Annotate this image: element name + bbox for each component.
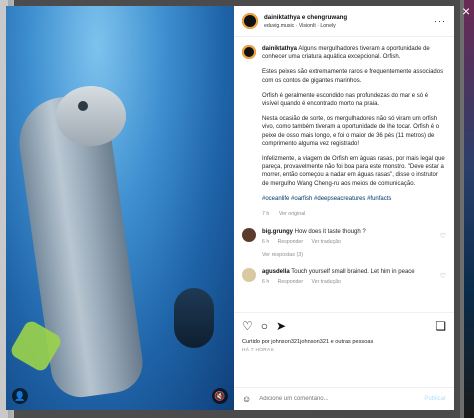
hashtags[interactable]: #oceanlife #oarfish #deepseacreatures #f… — [262, 195, 446, 203]
caption-time: 7 h — [262, 211, 270, 218]
caption-username[interactable]: dainiktathya — [262, 46, 297, 52]
comment-text: Touch yourself small brained. Let him in… — [291, 269, 415, 276]
mute-icon[interactable]: 🔇 — [212, 388, 228, 404]
comment-time: 6 h — [262, 279, 270, 286]
comment-input[interactable] — [257, 395, 425, 403]
save-icon[interactable]: ❏ — [435, 319, 446, 333]
caption-text-2: Estes peixes são extremamente raros e fr… — [262, 69, 444, 84]
likes-summary[interactable]: Curtido por johnson321johnson321 e outra… — [242, 339, 446, 345]
comment-item: agusdella Touch yourself small brained. … — [242, 268, 446, 286]
see-original-link[interactable]: Ver original — [279, 211, 306, 217]
reply-button[interactable]: Responder — [278, 239, 303, 245]
more-options-icon[interactable]: ··· — [434, 16, 446, 26]
caption-text-4: Nesta ocasião de sorte, os mergulhadores… — [262, 116, 440, 147]
reply-button[interactable]: Responder — [278, 279, 303, 285]
post-video[interactable]: 👤 🔇 — [6, 6, 234, 410]
post-date: HÁ 7 HORAS — [242, 348, 275, 353]
comments-scroll-area[interactable]: dainiktathya Alguns mergulhadores tivera… — [234, 37, 454, 312]
caption: dainiktathya Alguns mergulhadores tivera… — [242, 45, 446, 228]
close-icon[interactable]: × — [462, 4, 470, 18]
diver-image — [174, 288, 214, 348]
oarfish-head — [56, 86, 126, 146]
header-usernames[interactable]: dainiktathya e chengruwang — [264, 14, 434, 21]
share-icon[interactable]: ➤ — [276, 319, 286, 333]
avatar[interactable] — [242, 13, 258, 29]
tagged-users-icon[interactable]: 👤 — [12, 388, 28, 404]
caption-text-5: Infelizmente, a viagem de Orfish em água… — [262, 156, 445, 187]
translate-link[interactable]: Ver tradução — [312, 239, 341, 245]
comment-icon[interactable]: ○ — [261, 319, 268, 333]
oarfish-eye — [78, 101, 88, 111]
post-header: dainiktathya e chengruwang eduvig.music … — [234, 6, 454, 37]
comment-like-icon[interactable]: ♡ — [440, 232, 446, 240]
comment-avatar[interactable] — [242, 268, 256, 283]
post-details-panel: dainiktathya e chengruwang eduvig.music … — [234, 6, 454, 410]
post-modal: 👤 🔇 dainiktathya e chengruwang eduvig.mu… — [6, 6, 454, 410]
translate-link[interactable]: Ver tradução — [312, 279, 341, 285]
comment-text: How does it taste though ? — [294, 229, 366, 236]
caption-text-3: Orfish é geralmente escondido nas profun… — [262, 92, 429, 108]
comment-username[interactable]: big.grungy — [262, 229, 293, 235]
view-replies-link[interactable]: Ver respostas (3) — [262, 252, 446, 258]
comment-avatar[interactable] — [242, 228, 256, 243]
publish-button[interactable]: Publicar — [424, 396, 446, 402]
comment-item: big.grungy How does it taste though ? 6 … — [242, 228, 446, 246]
background-page-right — [464, 0, 474, 418]
comment-username[interactable]: agusdella — [262, 269, 290, 275]
audio-label[interactable]: eduvig.music · VisionIt · Lonely — [264, 23, 434, 29]
add-comment-bar: ☺ Publicar — [234, 387, 454, 410]
comment-time: 6 h — [262, 239, 270, 246]
emoji-icon[interactable]: ☺ — [242, 394, 251, 404]
like-icon[interactable]: ♡ — [242, 319, 253, 333]
post-actions: ♡ ○ ➤ ❏ Curtido por johnson321johnson321… — [234, 312, 454, 387]
comment-like-icon[interactable]: ♡ — [440, 272, 446, 280]
caption-avatar[interactable] — [242, 45, 256, 59]
